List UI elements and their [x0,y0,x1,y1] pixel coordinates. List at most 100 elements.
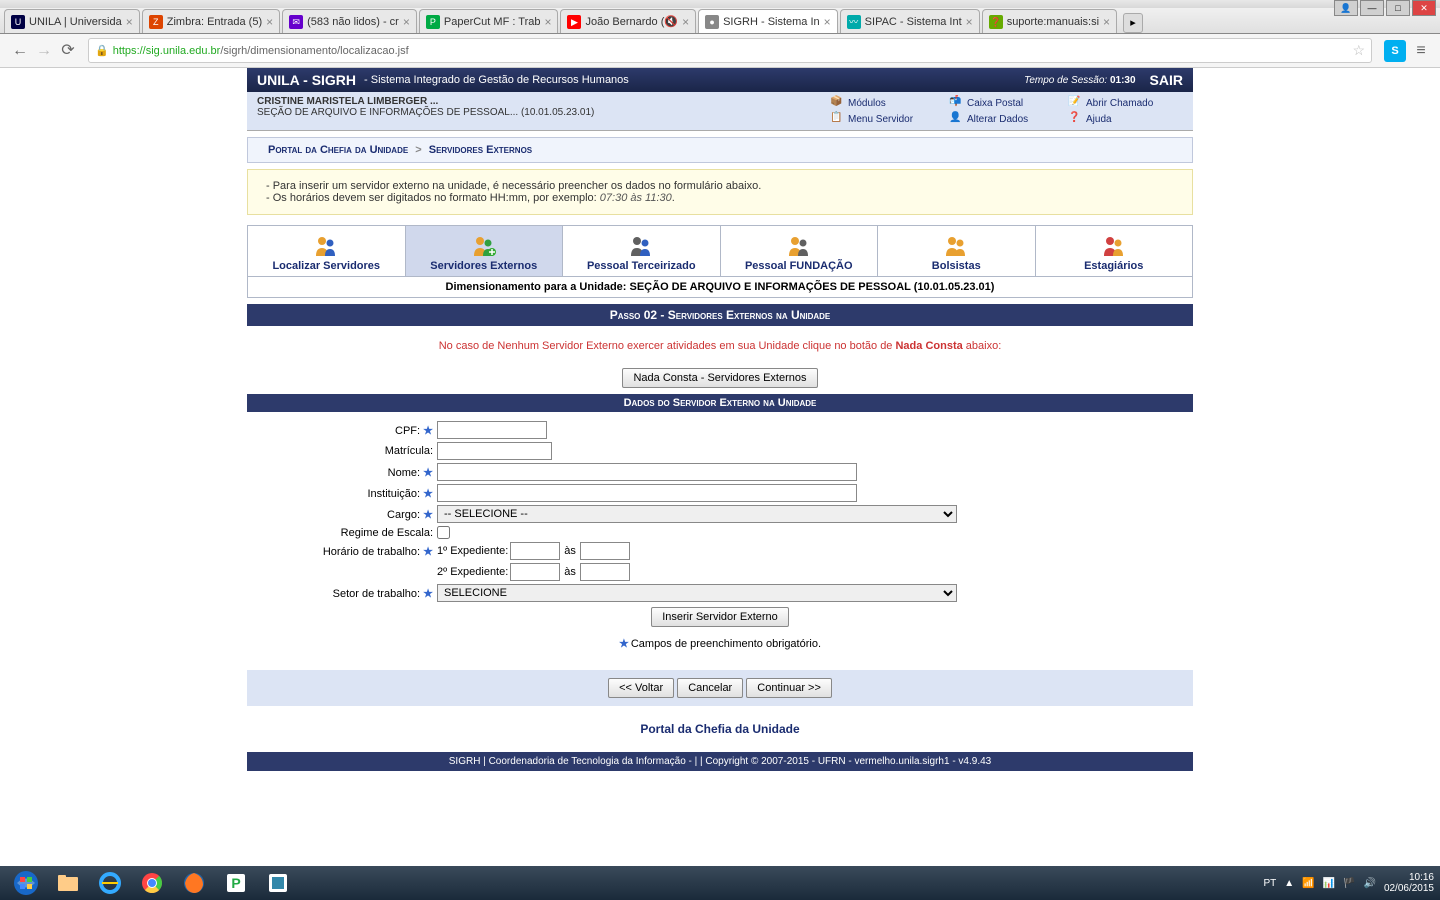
tray-flag-icon[interactable]: ▲ [1284,878,1294,889]
tray-volume-icon[interactable]: 🔊 [1363,878,1375,889]
browser-tab-1[interactable]: ZZimbra: Entrada (5)× [142,9,280,33]
system-description: - Sistema Integrado de Gestão de Recurso… [364,74,629,86]
close-tab-icon[interactable]: × [824,15,831,29]
nome-field[interactable] [437,463,857,481]
mailbox-link[interactable]: 📬Caixa Postal [949,96,1064,110]
external-server-form: CPF: ★ Matrícula: Nome: ★ Instituição: ★… [247,412,1193,660]
cpf-field[interactable] [437,421,547,439]
exp2-end-field[interactable] [580,563,630,581]
tray-action-icon[interactable]: 🏴 [1343,878,1355,889]
tray-bars-icon[interactable]: 📊 [1323,878,1335,889]
tab-title: PaperCut MF : Trab [444,16,541,28]
category-tab-0[interactable]: Localizar Servidores [248,226,406,276]
language-indicator[interactable]: PT [1263,878,1276,889]
close-tab-icon[interactable]: × [682,15,689,29]
portal-chefia-link[interactable]: Portal da Chefia da Unidade [640,722,799,736]
instituicao-label: Instituição: [367,488,420,500]
bookmark-star-icon[interactable]: ☆ [1352,42,1365,59]
close-tab-icon[interactable]: × [403,15,410,29]
back-button[interactable]: ← [8,39,32,63]
close-window-button[interactable]: ✕ [1412,0,1436,16]
close-tab-icon[interactable]: × [544,15,551,29]
close-tab-icon[interactable]: × [126,15,133,29]
continuar-button[interactable]: Continuar >> [746,678,832,698]
tray-network-icon[interactable]: 📶 [1302,878,1314,889]
people-icon [410,234,559,258]
user-menu-icon[interactable]: 👤 [1334,0,1358,16]
browser-tab-3[interactable]: P PaperCut MF : Trab× [419,9,559,33]
user-bar: CRISTINE MARISTELA LIMBERGER ... SEÇÃO D… [247,92,1193,131]
logout-link[interactable]: SAIR [1150,72,1183,88]
category-tab-3[interactable]: Pessoal FUNDAÇÃO [721,226,879,276]
favicon: P [426,15,440,29]
category-tab-1[interactable]: Servidores Externos [406,226,564,276]
exp1-end-field[interactable] [580,542,630,560]
ticket-icon: 📝 [1068,96,1082,110]
cargo-select[interactable]: -- SELECIONE -- [437,505,957,523]
chrome-menu-icon[interactable]: ≡ [1410,42,1432,60]
breadcrumb-root[interactable]: Portal da Chefia da Unidade [268,144,408,156]
user-name: CRISTINE MARISTELA LIMBERGER ... [257,96,830,107]
firefox-taskbar-icon[interactable] [174,869,214,897]
required-star: ★ [423,467,433,479]
mail-icon: 📬 [949,96,963,110]
url-scheme: https [113,45,137,57]
maximize-button[interactable]: □ [1386,0,1410,16]
required-star: ★ [423,546,433,558]
inserir-button[interactable]: Inserir Servidor Externo [651,607,789,627]
forward-button[interactable]: → [32,39,56,63]
nada-consta-button[interactable]: Nada Consta - Servidores Externos [622,368,817,388]
server-menu-link[interactable]: 📋Menu Servidor [830,112,945,126]
browser-tab-6[interactable]: 〰SIPAC - Sistema Int× [840,9,980,33]
skype-extension-icon[interactable]: S [1384,40,1406,62]
help-icon: ❓ [1068,112,1082,126]
horario-label: Horário de trabalho: [323,546,420,558]
required-star: ★ [423,488,433,500]
category-tab-label: Pessoal FUNDAÇÃO [725,260,874,272]
close-tab-icon[interactable]: × [966,15,973,29]
app2-taskbar-icon[interactable] [258,869,298,897]
exp1-start-field[interactable] [510,542,560,560]
regime-checkbox[interactable] [437,526,450,539]
category-tab-5[interactable]: Estagiários [1036,226,1193,276]
cpf-label: CPF: [395,425,420,437]
system-clock[interactable]: 10:16 02/06/2015 [1384,872,1434,894]
change-data-link[interactable]: 👤Alterar Dados [949,112,1064,126]
app1-taskbar-icon[interactable]: P [216,869,256,897]
chrome-taskbar-icon[interactable] [132,869,172,897]
close-tab-icon[interactable]: × [1103,15,1110,29]
browser-tab-7[interactable]: ❓suporte:manuais:si× [982,9,1117,33]
browser-tab-0[interactable]: UUNILA | Universida× [4,9,140,33]
help-link[interactable]: ❓Ajuda [1068,112,1183,126]
expediente2-label: 2º Expediente: [437,566,508,578]
reload-button[interactable]: ⟳ [56,39,80,63]
explorer-taskbar-icon[interactable] [48,869,88,897]
browser-tab-4[interactable]: ▶João Bernardo (🔇× [560,9,696,33]
cancelar-button[interactable]: Cancelar [677,678,743,698]
url-host: ://sig.unila.edu.br [137,45,221,57]
close-tab-icon[interactable]: × [266,15,273,29]
minimize-button[interactable]: — [1360,0,1384,16]
ie-taskbar-icon[interactable] [90,869,130,897]
category-tab-label: Servidores Externos [410,260,559,272]
voltar-button[interactable]: << Voltar [608,678,674,698]
category-tab-2[interactable]: Pessoal Terceirizado [563,226,721,276]
favicon: 〰 [847,15,861,29]
wizard-nav: << Voltar Cancelar Continuar >> [247,670,1193,706]
new-tab-button[interactable]: ▸ [1123,13,1143,33]
browser-tab-2[interactable]: ✉(583 não lidos) - cr× [282,9,417,33]
address-bar[interactable]: 🔒 https://sig.unila.edu.br/sigrh/dimensi… [88,38,1372,63]
category-tab-label: Localizar Servidores [252,260,401,272]
category-tab-4[interactable]: Bolsistas [878,226,1036,276]
modules-link[interactable]: 📦Módulos [830,96,945,110]
setor-select[interactable]: SELECIONE [437,584,957,602]
matricula-field[interactable] [437,442,552,460]
tab-title: (583 não lidos) - cr [307,16,399,28]
open-ticket-link[interactable]: 📝Abrir Chamado [1068,96,1183,110]
instituicao-field[interactable] [437,484,857,502]
browser-tab-5[interactable]: ●SIGRH - Sistema In× [698,9,838,33]
url-path: /sigrh/dimensionamento/localizacao.jsf [220,45,408,57]
category-tab-label: Pessoal Terceirizado [567,260,716,272]
start-button[interactable] [6,869,46,897]
exp2-start-field[interactable] [510,563,560,581]
